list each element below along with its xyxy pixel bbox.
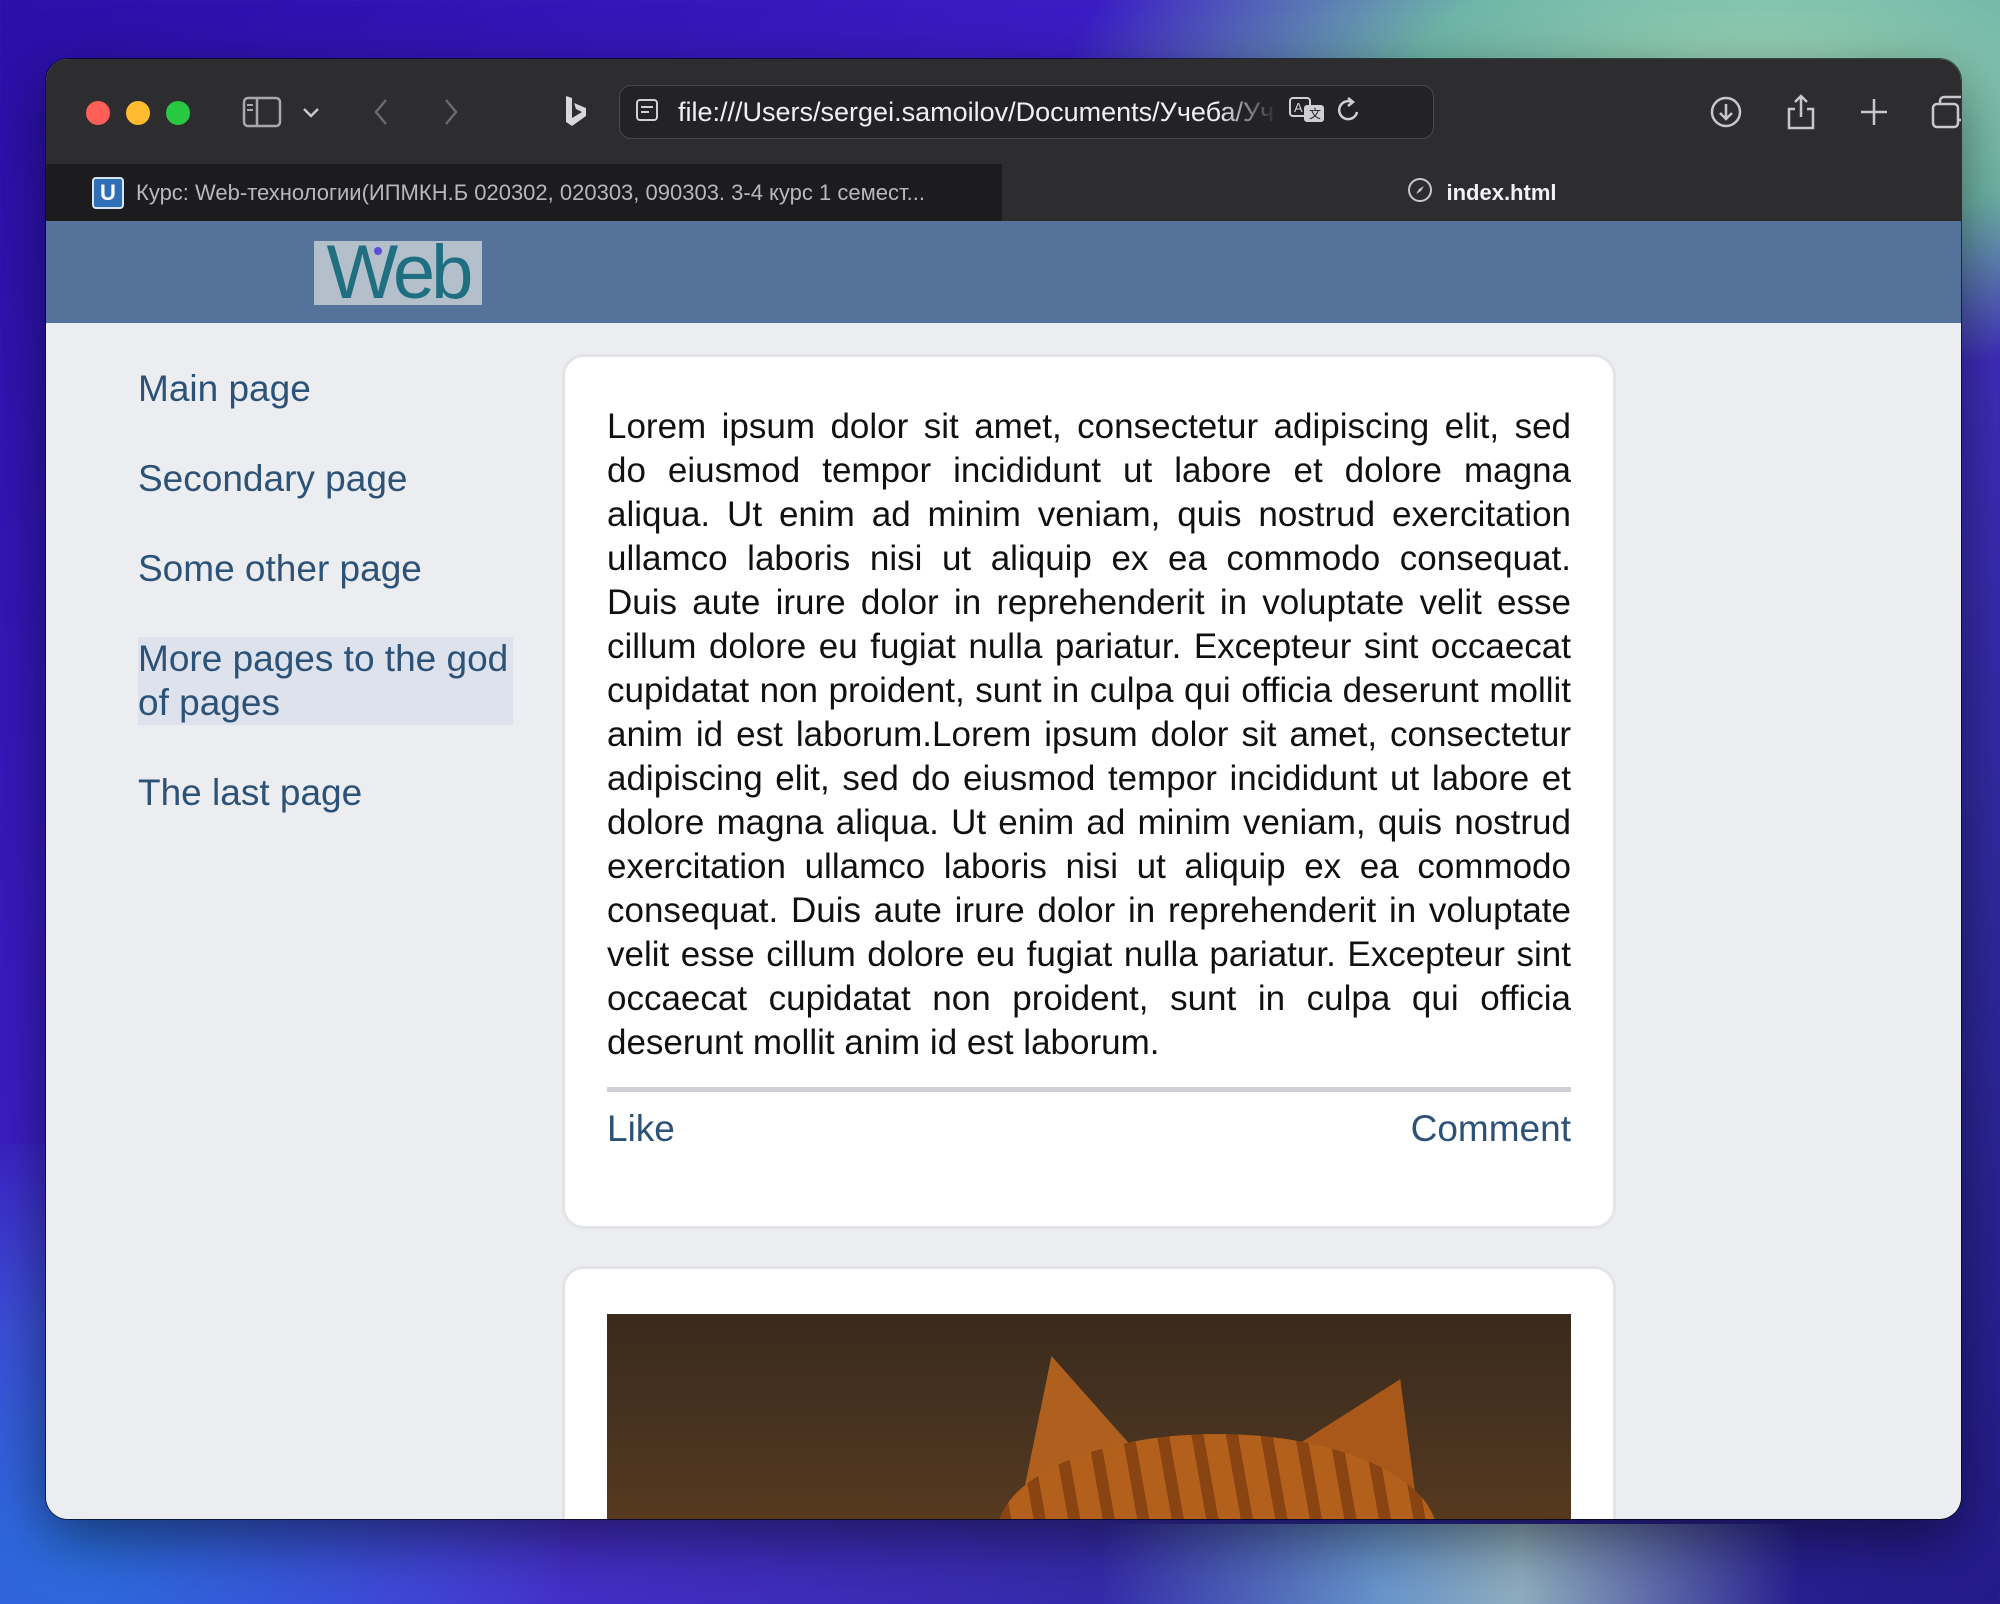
svg-text:A: A [1294,100,1303,115]
post-card: Lorem ipsum dolor sit amet, consectetur … [562,354,1616,1229]
nav-item-other[interactable]: Some other page [138,547,513,591]
url-text: file:///Users/sergei.samoilov/Documents/… [678,96,1275,127]
download-icon[interactable] [1706,59,1746,164]
tab-course[interactable]: U Курс: Web-технологии(ИПМКН.Б 020302, 0… [46,164,1022,221]
logo-dot [374,247,382,255]
chevron-down-icon[interactable] [296,59,326,164]
post-card-image [562,1266,1616,1519]
page-icon [634,97,660,128]
post-actions: Like Comment [607,1108,1571,1150]
web-page: Web Main page Secondary page Some other … [46,221,1961,1519]
bing-icon[interactable] [556,59,596,164]
like-link[interactable]: Like [607,1108,675,1150]
compass-icon [1406,176,1434,209]
tab-index[interactable]: index.html [1002,164,1961,221]
forward-icon[interactable] [436,59,466,164]
post-divider [607,1087,1571,1092]
logo-text: Web [326,230,474,315]
back-icon[interactable] [366,59,396,164]
svg-text:文: 文 [1309,106,1321,121]
university-favicon-icon: U [92,176,124,209]
share-icon[interactable] [1781,59,1821,164]
zoom-window-button[interactable] [166,101,190,125]
tab-overview-icon[interactable] [1928,59,1961,164]
browser-toolbar: file:///Users/sergei.samoilov/Documents/… [46,59,1961,164]
site-logo[interactable]: Web [314,235,482,311]
window-controls [86,101,190,125]
cat-photo [607,1314,1571,1519]
wallpaper-accent [1100,1524,1800,1604]
tab-title: index.html [1446,179,1557,205]
post-text: Lorem ipsum dolor sit amet, consectetur … [607,407,1571,1062]
tab-title: Курс: Web-технологии(ИПМКН.Б 020302, 020… [136,179,925,205]
sidebar-nav: Main page Secondary page Some other page… [138,367,513,861]
sidebar-icon[interactable] [240,59,284,164]
tab-bar: U Курс: Web-технологии(ИПМКН.Б 020302, 0… [46,164,1961,221]
translate-icon[interactable]: A文 [1288,96,1326,129]
address-bar[interactable]: file:///Users/sergei.samoilov/Documents/… [619,85,1434,139]
reload-icon[interactable] [1336,96,1362,129]
nav-item-secondary[interactable]: Secondary page [138,457,513,501]
nav-item-last[interactable]: The last page [138,771,513,815]
close-window-button[interactable] [86,101,110,125]
browser-window: file:///Users/sergei.samoilov/Documents/… [46,59,1961,1519]
site-header: Web [46,221,1961,323]
nav-item-more-pages[interactable]: More pages to the god of pages [138,637,513,725]
comment-link[interactable]: Comment [1411,1108,1571,1150]
nav-item-main[interactable]: Main page [138,367,513,411]
new-tab-icon[interactable] [1854,59,1894,164]
minimize-window-button[interactable] [126,101,150,125]
